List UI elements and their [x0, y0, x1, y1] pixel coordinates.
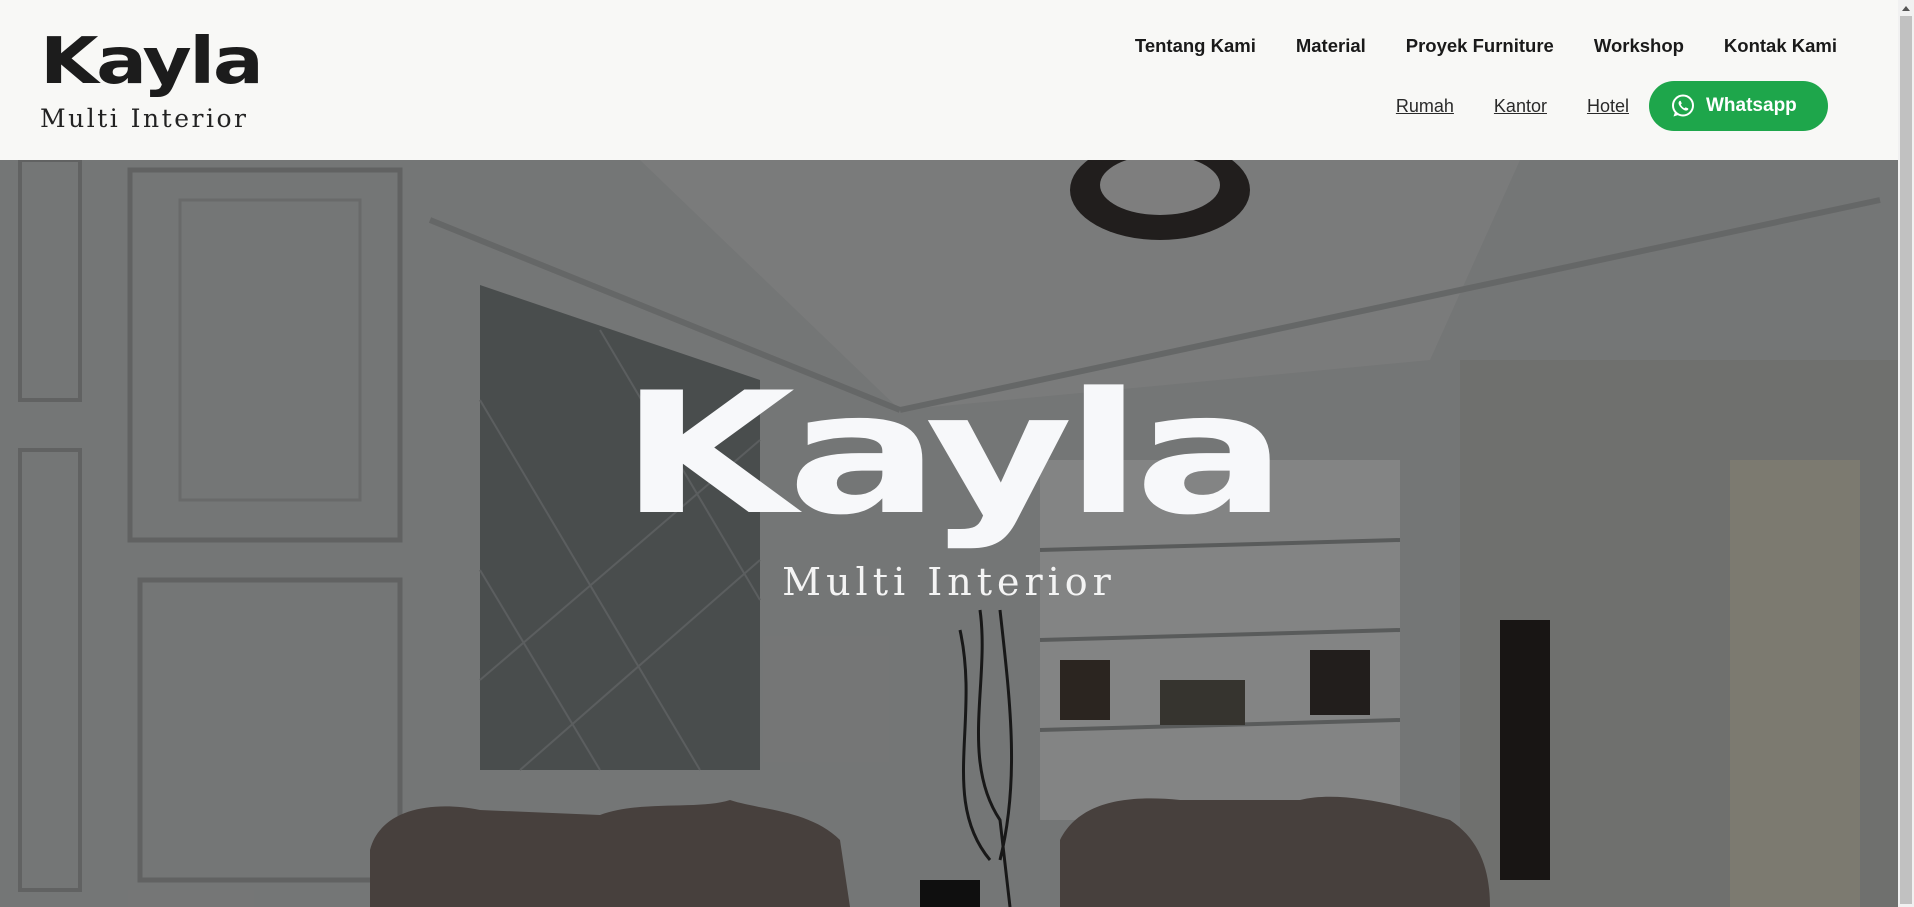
hero-title-text: Kayla: [619, 356, 1287, 552]
nav-link-hotel[interactable]: Hotel: [1587, 96, 1629, 117]
nav-link-kantor[interactable]: Kantor: [1494, 96, 1547, 117]
whatsapp-icon: [1672, 94, 1694, 117]
logo[interactable]: Kayla Multi Interior: [40, 30, 264, 133]
nav-link-kontak-kami[interactable]: Kontak Kami: [1724, 35, 1837, 57]
secondary-nav: Rumah Kantor Hotel Whatsapp: [1396, 81, 1828, 131]
hero-banner: Kayla Multi Interior: [0, 160, 1898, 907]
scroll-up-icon[interactable]: [1902, 6, 1910, 11]
whatsapp-button[interactable]: Whatsapp: [1649, 81, 1828, 131]
nav-link-tentang-kami[interactable]: Tentang Kami: [1135, 35, 1256, 57]
primary-nav: Tentang Kami Material Proyek Furniture W…: [1135, 35, 1837, 57]
site-header: Kayla Multi Interior Tentang Kami Materi…: [0, 0, 1898, 160]
hero-title: Kayla: [0, 370, 1898, 538]
scrollbar-thumb[interactable]: [1900, 16, 1912, 904]
page-scrollbar[interactable]: [1898, 0, 1914, 907]
logo-wordmark: Kayla: [40, 25, 264, 99]
nav-link-proyek-furniture[interactable]: Proyek Furniture: [1406, 35, 1554, 57]
whatsapp-button-label: Whatsapp: [1706, 95, 1797, 116]
nav-link-workshop[interactable]: Workshop: [1594, 35, 1684, 57]
logo-tagline: Multi Interior: [40, 104, 249, 133]
hero-subtitle: Multi Interior: [782, 560, 1116, 604]
nav-link-rumah[interactable]: Rumah: [1396, 96, 1454, 117]
nav-link-material[interactable]: Material: [1296, 35, 1366, 57]
